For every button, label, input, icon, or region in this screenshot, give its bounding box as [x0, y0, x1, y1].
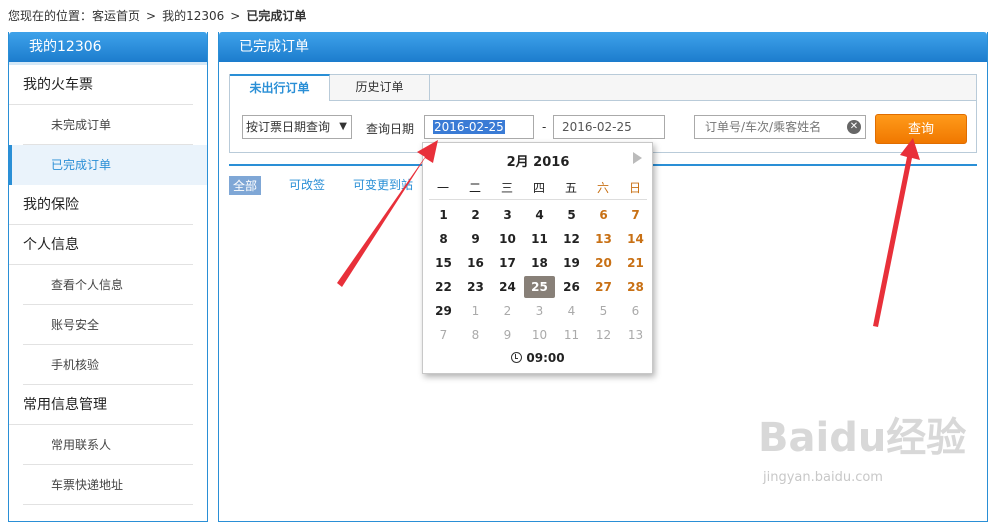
- calendar-day[interactable]: 14: [620, 228, 651, 250]
- calendar-day[interactable]: 4: [524, 204, 555, 226]
- calendar-day[interactable]: 3: [524, 300, 555, 322]
- calendar-day[interactable]: 5: [588, 300, 619, 322]
- calendar-month-title: 2月 2016: [506, 155, 570, 170]
- calendar-day[interactable]: 1: [428, 204, 459, 226]
- breadcrumb-current: 已完成订单: [246, 9, 307, 23]
- tab-not-traveled[interactable]: 未出行订单: [230, 74, 330, 101]
- calendar-day[interactable]: 1: [460, 300, 491, 322]
- calendar-day[interactable]: 4: [556, 300, 587, 322]
- calendar-day[interactable]: 3: [492, 204, 523, 226]
- tab-history[interactable]: 历史订单: [330, 74, 430, 101]
- breadcrumb-prefix: 您现在的位置：: [8, 9, 93, 23]
- calendar-day[interactable]: 28: [620, 276, 651, 298]
- breadcrumb-separator: >: [230, 9, 241, 23]
- clock-icon: [511, 352, 523, 363]
- calendar-day[interactable]: 24: [492, 276, 523, 298]
- next-month-arrow-icon[interactable]: [633, 152, 642, 164]
- calendar-day[interactable]: 2: [460, 204, 491, 226]
- query-type-select[interactable]: 按订票日期查询 ▼: [242, 115, 352, 139]
- calendar-day[interactable]: 13: [588, 228, 619, 250]
- calendar-day[interactable]: 26: [556, 276, 587, 298]
- breadcrumb: 您现在的位置：客运首页 > 我的12306 > 已完成订单: [8, 7, 306, 24]
- order-tabs: 未出行订单 历史订单: [230, 74, 976, 101]
- order-search-placeholder: 订单号/车次/乘客姓名: [705, 120, 822, 134]
- calendar-day[interactable]: 8: [460, 324, 491, 346]
- sidebar-group-tickets[interactable]: 我的火车票: [9, 65, 193, 105]
- date-label: 查询日期: [366, 122, 415, 136]
- calendar-day[interactable]: 6: [620, 300, 651, 322]
- sidebar-item-completed-orders[interactable]: 已完成订单: [9, 145, 207, 185]
- calendar-day[interactable]: 10: [492, 228, 523, 250]
- query-type-value: 按订票日期查询: [246, 120, 331, 134]
- calendar-day[interactable]: 11: [524, 228, 555, 250]
- calendar-day[interactable]: 2: [492, 300, 523, 322]
- calendar-day[interactable]: 29: [428, 300, 459, 322]
- calendar-day[interactable]: 5: [556, 204, 587, 226]
- query-button[interactable]: 查询: [875, 114, 967, 144]
- dropdown-arrow-icon: ▼: [339, 121, 347, 132]
- order-search-input[interactable]: 订单号/车次/乘客姓名 ✕: [694, 115, 866, 139]
- calendar-day[interactable]: 16: [460, 252, 491, 274]
- sidebar-item-unfinished-orders[interactable]: 未完成订单: [23, 105, 193, 145]
- calendar-day[interactable]: 8: [428, 228, 459, 250]
- filter-change-station[interactable]: 可变更到站: [353, 176, 413, 193]
- sidebar: 我的12306 我的火车票 未完成订单 已完成订单 我的保险 个人信息 查看个人…: [8, 32, 208, 522]
- baidu-watermark: Baidu经验: [758, 415, 967, 461]
- sidebar-title: 我的12306: [9, 32, 207, 62]
- calendar-day[interactable]: 13: [620, 324, 651, 346]
- clear-icon[interactable]: ✕: [847, 120, 861, 134]
- calendar-day[interactable]: 9: [492, 324, 523, 346]
- date-picker-calendar: 2月 2016 一二三四五六日 1 2 3 4 5 6 7 8 9 10 11 12 13 14 15 16 17…: [422, 142, 653, 374]
- weekday-header: 日: [628, 181, 641, 195]
- calendar-day[interactable]: 19: [556, 252, 587, 274]
- breadcrumb-separator: >: [146, 9, 157, 23]
- calendar-day[interactable]: 10: [524, 324, 555, 346]
- calendar-day[interactable]: 18: [524, 252, 555, 274]
- calendar-day[interactable]: 21: [620, 252, 651, 274]
- calendar-time-value: 09:00: [526, 351, 565, 365]
- sidebar-item-view-personal-info[interactable]: 查看个人信息: [23, 265, 193, 305]
- calendar-day[interactable]: 15: [428, 252, 459, 274]
- filter-rebookable[interactable]: 可改签: [289, 176, 325, 193]
- calendar-day[interactable]: 23: [460, 276, 491, 298]
- weekday-header: 六: [596, 181, 609, 195]
- weekday-header: 五: [564, 181, 577, 195]
- weekday-header: 四: [532, 181, 545, 195]
- calendar-day[interactable]: 22: [428, 276, 459, 298]
- date-from-input[interactable]: 2016-02-25: [424, 115, 534, 139]
- sidebar-group-common-info[interactable]: 常用信息管理: [9, 385, 193, 425]
- sidebar-item-delivery-address[interactable]: 车票快递地址: [23, 465, 193, 505]
- date-dash: -: [542, 120, 547, 134]
- weekday-header: 一: [436, 181, 449, 195]
- main-title: 已完成订单: [219, 32, 987, 62]
- calendar-day[interactable]: 25: [524, 276, 555, 298]
- calendar-day[interactable]: 7: [428, 324, 459, 346]
- sidebar-item-account-security[interactable]: 账号安全: [23, 305, 193, 345]
- calendar-time[interactable]: 09:00: [423, 351, 653, 365]
- calendar-day[interactable]: 12: [588, 324, 619, 346]
- calendar-day[interactable]: 20: [588, 252, 619, 274]
- sidebar-group-personal-info[interactable]: 个人信息: [9, 225, 193, 265]
- weekday-header: 二: [468, 181, 481, 195]
- calendar-day[interactable]: 7: [620, 204, 651, 226]
- breadcrumb-my12306-link[interactable]: 我的12306: [162, 9, 224, 23]
- weekday-header: 三: [500, 181, 513, 195]
- calendar-day[interactable]: 9: [460, 228, 491, 250]
- breadcrumb-home-link[interactable]: 客运首页: [92, 9, 140, 23]
- calendar-day[interactable]: 27: [588, 276, 619, 298]
- sidebar-group-insurance[interactable]: 我的保险: [9, 185, 193, 225]
- date-to-input[interactable]: 2016-02-25: [553, 115, 665, 139]
- calendar-day[interactable]: 12: [556, 228, 587, 250]
- calendar-day[interactable]: 11: [556, 324, 587, 346]
- date-from-value: 2016-02-25: [433, 120, 505, 134]
- baidu-watermark-url: jingyan.baidu.com: [763, 470, 883, 485]
- calendar-day[interactable]: 17: [492, 252, 523, 274]
- calendar-day[interactable]: 6: [588, 204, 619, 226]
- filter-all[interactable]: 全部: [229, 176, 262, 195]
- sidebar-item-contacts[interactable]: 常用联系人: [23, 425, 193, 465]
- sidebar-item-phone-verify[interactable]: 手机核验: [23, 345, 193, 385]
- calendar-header-line: [429, 199, 647, 200]
